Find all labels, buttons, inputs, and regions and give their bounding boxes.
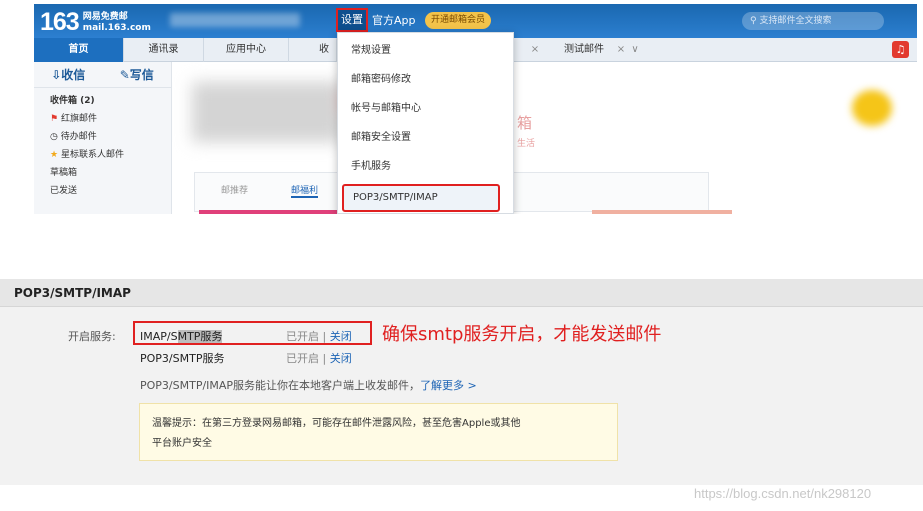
star-icon: ★ — [50, 150, 61, 160]
menu-item-password[interactable]: 邮箱密码修改 — [338, 65, 515, 94]
sidebar-item-inbox[interactable]: 收件箱 (2) — [34, 92, 171, 110]
menu-item-general[interactable]: 常规设置 — [338, 36, 515, 65]
pop3-service-name: POP3/SMTP服务 — [140, 352, 225, 365]
sidebar-item-flagged[interactable]: ⚑ 红旗邮件 — [34, 110, 171, 128]
sidebar-item-drafts[interactable]: 草稿箱 — [34, 164, 171, 182]
pop3-close-link[interactable]: 关闭 — [330, 352, 352, 365]
sidebar-item-label: 星标联系人邮件 — [60, 150, 124, 160]
logo-number: 163 — [40, 8, 80, 36]
sidebar: ⇩收信 ✎写信 收件箱 (2) ⚑ 红旗邮件 ◷ 待办邮件 ★ 星标联系人邮件 … — [34, 62, 172, 214]
sidebar-item-starred[interactable]: ★ 星标联系人邮件 — [34, 146, 171, 164]
pop3-settings-panel: POP3/SMTP/IMAP 开启服务: IMAP/SMTP服务 已开启 | 关… — [0, 279, 923, 485]
logo-line2: mail.163.com — [82, 22, 151, 33]
banner-subtext: 生活 — [517, 139, 536, 149]
compose-icon: ✎ — [119, 68, 130, 82]
service-name-part: IMAP/S — [140, 330, 178, 343]
menu-item-pop3-smtp-imap[interactable]: POP3/SMTP/IMAP — [342, 184, 500, 212]
separator: | — [322, 330, 327, 343]
receive-icon: ⇩ — [51, 68, 62, 82]
vip-button[interactable]: 开通邮箱会员 — [425, 12, 492, 29]
tab-inbox[interactable]: 收件 — [289, 38, 337, 79]
receive-button[interactable]: ⇩收信 — [34, 62, 103, 87]
tab-apps[interactable]: 应用中心 — [204, 38, 289, 62]
receive-label: 收信 — [61, 68, 86, 82]
clock-icon: ◷ — [50, 132, 61, 142]
service-name-part: MTP服务 — [177, 330, 223, 343]
main-content: 箱 生活 邮推荐 邮福利 — [172, 62, 917, 214]
service-description: POP3/SMTP/IMAP服务能让你在本地客户端上收发邮件，了解更多 > — [140, 377, 477, 393]
menu-item-security[interactable]: 邮箱安全设置 — [338, 123, 515, 152]
sidebar-item-label: 待办邮件 — [60, 132, 97, 142]
sun-graphic — [852, 90, 892, 126]
blurred-banner — [192, 82, 342, 142]
logo[interactable]: 163 网易免费邮 mail.163.com — [40, 8, 151, 37]
music-icon[interactable]: ♫ — [892, 41, 909, 58]
annotation-note: 确保smtp服务开启，才能发送邮件 — [382, 324, 662, 345]
enable-service-label: 开启服务: — [68, 330, 116, 343]
tab-test-mail[interactable]: 测试邮件 — [554, 38, 614, 62]
flag-icon: ⚑ — [50, 114, 61, 124]
pop3-status: 已开启 | 关闭 — [286, 350, 352, 366]
blurred-account — [170, 13, 300, 27]
official-app-link[interactable]: 官方App — [372, 11, 416, 31]
close-icon[interactable]: × — [528, 38, 542, 62]
sidebar-item-sent[interactable]: 已发送 — [34, 182, 171, 200]
watermark: https://blog.csdn.net/nk298120 — [694, 486, 872, 501]
tip-line: 温馨提示：在第三方登录网易邮箱，可能存在邮件泄露风险，甚至危害Apple或其他 — [152, 418, 521, 429]
warning-tip: 温馨提示：在第三方登录网易邮箱，可能存在邮件泄露风险，甚至危害Apple或其他 … — [139, 403, 618, 461]
tab-welfare[interactable]: 邮福利 — [291, 183, 319, 198]
tip-line: 平台账户安全 — [152, 438, 212, 449]
imap-service-name: IMAP/SMTP服务 — [140, 328, 223, 344]
compose-button[interactable]: ✎写信 — [103, 62, 172, 87]
description-text: POP3/SMTP/IMAP服务能让你在本地客户端上收发邮件， — [140, 379, 421, 392]
imap-status: 已开启 | 关闭 — [286, 328, 352, 344]
chevron-down-icon[interactable]: ∨ — [628, 38, 642, 62]
search-input[interactable]: ⚲ 支持邮件全文搜索 — [742, 12, 884, 30]
status-text: 已开启 — [286, 330, 319, 343]
separator: | — [322, 352, 327, 365]
logo-line1: 网易免费邮 — [82, 11, 128, 22]
menu-item-mobile[interactable]: 手机服务 — [338, 152, 515, 181]
sidebar-item-todo[interactable]: ◷ 待办邮件 — [34, 128, 171, 146]
banner-text: 箱 — [517, 114, 533, 132]
settings-dropdown: 常规设置 邮箱密码修改 帐号与邮箱中心 邮箱安全设置 手机服务 POP3/SMT… — [337, 32, 514, 214]
tab-recommend[interactable]: 邮推荐 — [221, 183, 248, 196]
imap-close-link[interactable]: 关闭 — [330, 330, 352, 343]
close-icon[interactable]: × — [614, 38, 628, 62]
panel-title: POP3/SMTP/IMAP — [0, 279, 923, 307]
settings-button[interactable]: 设置 — [336, 8, 368, 32]
menu-item-account-center[interactable]: 帐号与邮箱中心 — [338, 94, 515, 123]
sidebar-item-label: 红旗邮件 — [60, 114, 97, 124]
search-placeholder: 支持邮件全文搜索 — [759, 16, 832, 26]
status-text: 已开启 — [286, 352, 319, 365]
mail-client-screenshot: 163 网易免费邮 mail.163.com 设置 官方App 开通邮箱会员 ⚲… — [34, 4, 917, 214]
learn-more-link[interactable]: 了解更多 > — [420, 379, 477, 392]
tab-home[interactable]: 首页 — [34, 38, 124, 62]
banner-strip — [592, 210, 732, 214]
compose-label: 写信 — [129, 68, 154, 82]
banner-strip — [199, 210, 339, 214]
tab-contacts[interactable]: 通讯录 — [124, 38, 204, 62]
